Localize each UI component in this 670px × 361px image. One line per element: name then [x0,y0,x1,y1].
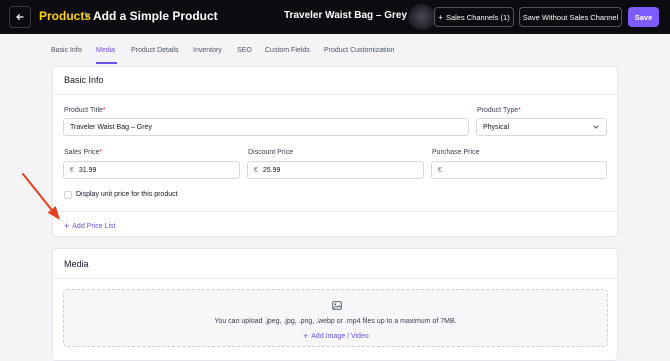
discount-price-label: Discount Price [248,149,294,156]
back-button[interactable] [9,6,31,28]
plus-icon: + [64,221,70,231]
chevron-down-icon [593,125,599,129]
purchase-price-label: Purchase Price [432,149,480,156]
media-title: Media [64,259,89,269]
basic-info-card: Basic Info Product Title* Traveler Waist… [52,66,618,237]
tab-seo[interactable]: SEO [237,47,252,54]
sales-channels-button[interactable]: + Sales Channels (1) [434,7,514,27]
tab-inventory[interactable]: Inventory [193,47,222,54]
product-type-select[interactable]: Physical [476,118,607,136]
sales-channels-label: Sales Channels (1) [445,12,510,22]
tab-product-details[interactable]: Product Details [131,47,178,54]
divider [53,278,617,279]
save-without-label: Save Without Sales Channel [522,12,619,22]
top-bar: Products Add a Simple Product Traveler W… [0,0,670,34]
arrow-left-icon [16,13,24,21]
divider [53,94,617,95]
product-name-heading: Traveler Waist Bag – Grey [284,10,408,21]
add-price-list-label: Add Price List [72,222,116,230]
tab-bar: Basic Info Media Product Details Invento… [0,34,670,64]
product-title-value: Traveler Waist Bag – Grey [70,123,152,131]
product-type-value: Physical [483,123,510,131]
product-title-label: Product Title* [64,107,106,114]
avatar [408,4,436,30]
tab-media[interactable]: Media [96,47,115,54]
divider [53,211,617,212]
euro-icon: € [70,166,74,174]
product-title-input[interactable]: Traveler Waist Bag – Grey [63,118,469,136]
active-tab-indicator [96,62,117,64]
product-type-label: Product Type* [477,107,521,114]
save-label: Save [634,12,653,22]
chevron-right-icon [84,11,90,21]
upload-hint: You can upload .jpeg, .jpg, .png, .webp … [214,318,457,325]
tab-basic-info[interactable]: Basic Info [51,47,82,54]
save-without-sales-channel-button[interactable]: Save Without Sales Channel [519,7,622,27]
tab-custom-fields[interactable]: Custom Fields [265,47,310,54]
image-icon [332,301,342,310]
media-dropzone[interactable]: You can upload .jpeg, .jpg, .png, .webp … [63,289,608,347]
discount-price-value: 25.99 [262,166,281,174]
tab-product-customization[interactable]: Product Customization [324,47,394,54]
add-image-video-button[interactable]: + Add Image / Video [303,331,369,341]
sales-price-value: 31.99 [78,166,97,174]
euro-icon: € [254,166,258,174]
sales-price-label: Sales Price* [64,149,103,156]
unit-price-checkbox-label[interactable]: Display unit price for this product [76,191,178,198]
add-image-video-label: Add Image / Video [311,332,369,340]
purchase-price-input[interactable]: € [431,161,607,179]
unit-price-checkbox[interactable] [64,191,72,199]
media-card: Media You can upload .jpeg, .jpg, .png, … [52,248,618,361]
plus-icon: + [438,12,443,22]
sales-price-input[interactable]: € 31.99 [63,161,240,179]
save-button[interactable]: Save [628,7,659,27]
euro-icon: € [438,166,442,174]
discount-price-input[interactable]: € 25.99 [247,161,424,179]
basic-info-title: Basic Info [64,75,104,85]
page-title: Add a Simple Product [93,9,218,23]
add-price-list-button[interactable]: + Add Price List [64,221,115,231]
plus-icon: + [303,331,309,341]
